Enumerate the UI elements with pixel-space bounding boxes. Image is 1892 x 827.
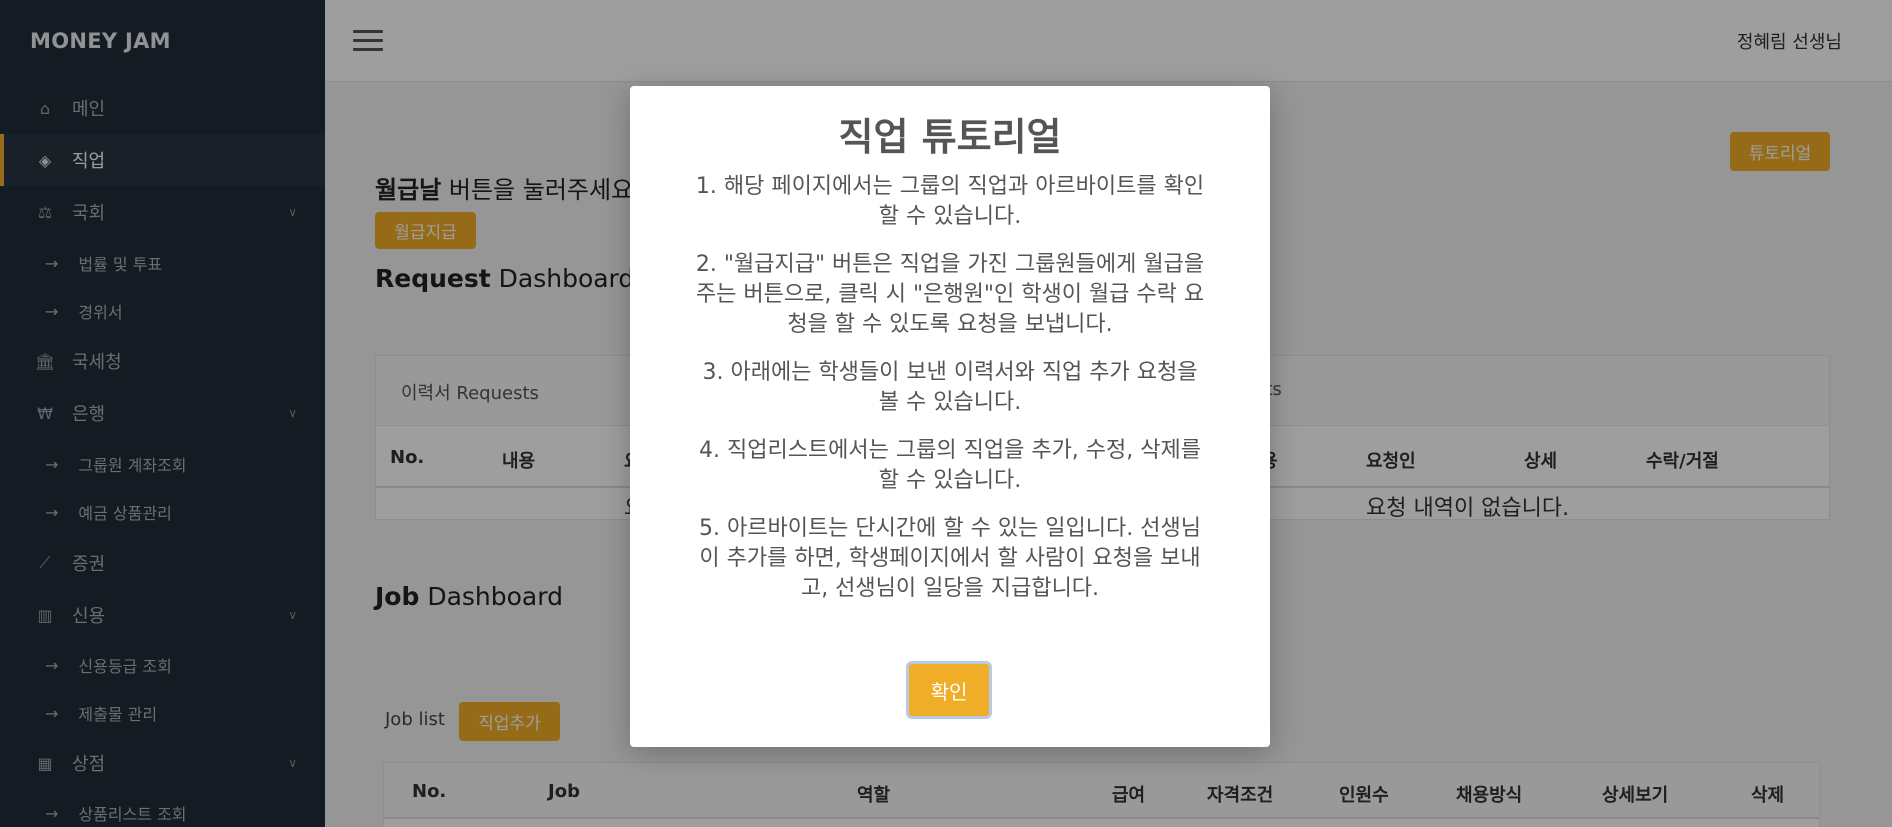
tutorial-step: 2. "월급지급" 버튼은 직업을 가진 그룹원들에게 월급을 주는 버튼으로,… [695, 252, 1205, 337]
tutorial-step: 5. 아르바이트는 단시간에 할 수 있는 일입니다. 선생님이 추가를 하면,… [699, 516, 1201, 601]
tutorial-modal: 직업 튜토리얼 1. 해당 페이지에서는 그룹의 직업과 아르바이트를 확인할 … [630, 86, 1270, 747]
modal-body: 1. 해당 페이지에서는 그룹의 직업과 아르바이트를 확인할 수 있습니다. … [690, 172, 1210, 622]
confirm-button[interactable]: 확인 [906, 661, 992, 719]
modal-title: 직업 튜토리얼 [838, 115, 1062, 159]
tutorial-step: 3. 아래에는 학생들이 보낸 이력서와 직업 추가 요청을 볼 수 있습니다. [702, 360, 1198, 415]
tutorial-step: 4. 직업리스트에서는 그룹의 직업을 추가, 수정, 삭제를 할 수 있습니다… [699, 438, 1201, 493]
tutorial-step: 1. 해당 페이지에서는 그룹의 직업과 아르바이트를 확인할 수 있습니다. [695, 174, 1205, 229]
